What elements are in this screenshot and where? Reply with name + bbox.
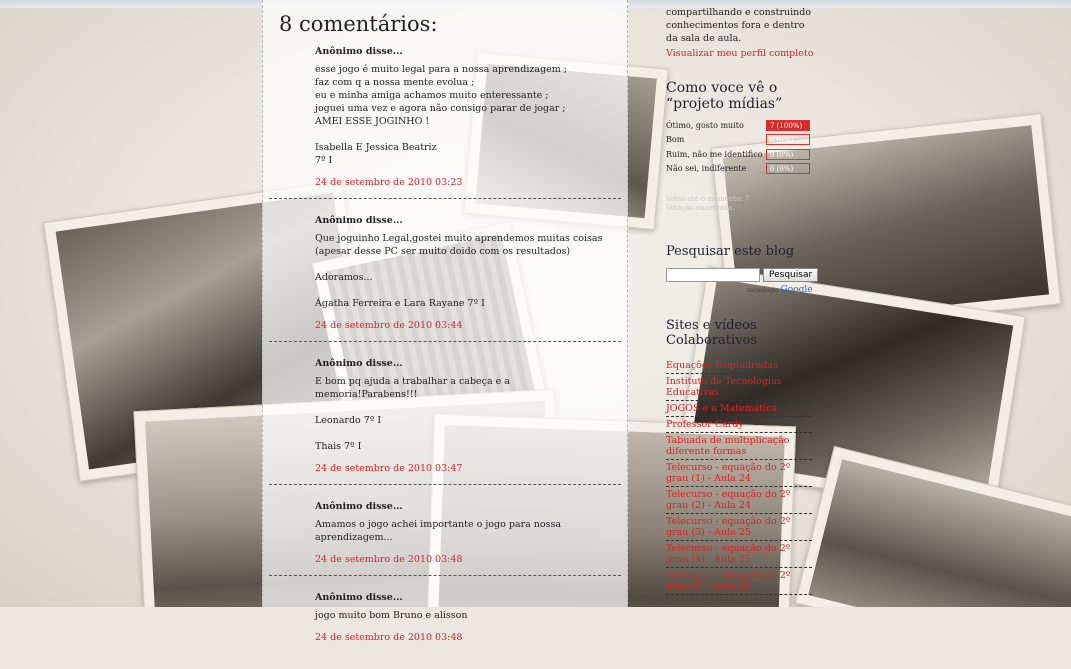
search-form: Pesquisar (666, 268, 819, 282)
comments-heading: 8 comentários: (279, 12, 438, 36)
background-photo (794, 445, 1071, 607)
site-link[interactable]: JOGOS e a Matemática (666, 401, 812, 417)
poll-option: Ótimo, gosto muito 7 (100%) (666, 118, 816, 133)
comments-list: Anônimo disse... esse jogo é muito legal… (263, 46, 627, 669)
sites-title: Sites e vídeos Colaborativos (666, 318, 758, 348)
comment-date-link[interactable]: 24 de setembro de 2010 03:23 (315, 177, 609, 188)
comment: Anônimo disse... jogo muito bom Bruno e … (269, 592, 621, 653)
poll-closed-note: Votação encerrada (666, 204, 733, 212)
site-link[interactable]: Telecurso - equação do 2º grau (5) - Aul… (666, 568, 812, 595)
comment-author: Anônimo disse... (315, 215, 403, 226)
comment-author: Anônimo disse... (315, 592, 403, 603)
poll-option: Ruim, não me identifico 0 (0%) (666, 147, 816, 162)
poll-result-bar: 0 (0%) (766, 148, 810, 160)
comment-date-link[interactable]: 24 de setembro de 2010 03:47 (315, 463, 609, 474)
comment: Anônimo disse... Que joguinho Legal,gost… (269, 215, 621, 342)
poll-notes: Votos até o momento: 7 Votação encerrada (666, 195, 749, 213)
profile-description: compartilhando e construindo conheciment… (666, 7, 812, 44)
sites-link-list: Equações Esquadradas Instituto de Tecnol… (666, 358, 812, 595)
comment-author: Anônimo disse... (315, 501, 403, 512)
site-link[interactable]: Telecurso - equação do 2º grau (2) - Aul… (666, 487, 812, 514)
site-link[interactable]: Tabuada de multiplicação diferente forma… (666, 433, 812, 460)
search-title: Pesquisar este blog (666, 244, 795, 259)
comment-date-link[interactable]: 24 de setembro de 2010 03:48 (315, 554, 609, 565)
comment-body: esse jogo é muito legal para a nossa apr… (315, 64, 568, 166)
poll-result-bar: 0 (0%) (766, 163, 810, 175)
view-profile-link[interactable]: Visualizar meu perfil completo (666, 48, 813, 59)
site-link[interactable]: Telecurso - equação do 2º grau (4) - Aul… (666, 541, 812, 568)
poll-option-label: Não sei, indiferente (666, 164, 747, 174)
poll-option-label: Ruim, não me identifico (666, 149, 763, 159)
comment-date-link[interactable]: 24 de setembro de 2010 03:48 (315, 632, 609, 643)
comment-author: Anônimo disse... (315, 46, 403, 57)
comment: Anônimo disse... Amamos o jogo achei imp… (269, 501, 621, 576)
comment: Anônimo disse... E bom pq ajuda a trabal… (269, 358, 621, 485)
poll-option: Não sei, indiferente 0 (0%) (666, 162, 816, 177)
comment-body: Que joguinho Legal,gostei muito aprendem… (315, 233, 603, 309)
comment-author: Anônimo disse... (315, 358, 403, 369)
poll-option-label: Ótimo, gosto muito (666, 120, 744, 130)
search-input[interactable] (666, 268, 760, 282)
main-column: 8 comentários: Anônimo disse... esse jog… (262, 0, 628, 643)
powered-by-text: tecnologia (747, 287, 779, 294)
sidebar: compartilhando e construindo conheciment… (660, 0, 820, 607)
poll-option-label: Bom (666, 135, 685, 145)
poll-result-bar: 0 (0%) (766, 134, 810, 146)
poll-results: Ótimo, gosto muito 7 (100%) Bom 0 (0%) R… (666, 118, 816, 176)
comment-body: Amamos o jogo achei importante o jogo pa… (315, 519, 562, 543)
site-link[interactable]: Instituto de Tecnologias Educativas (666, 374, 812, 401)
comment-body: jogo muito bom Bruno e alisson (315, 610, 468, 621)
comment-body: E bom pq ajuda a trabalhar a cabeça e a … (315, 376, 510, 452)
site-link[interactable]: Telecurso - equação do 2º grau (3) - Aul… (666, 514, 812, 541)
site-link[interactable]: Telecurso - equação do 2º grau (1) - Aul… (666, 460, 812, 487)
poll-title: Como voce vê o “projeto mídias” (666, 80, 783, 112)
google-logo: Google (780, 285, 813, 295)
poll-result-bar: 7 (100%) (766, 119, 810, 131)
comment-date-link[interactable]: 24 de setembro de 2010 03:44 (315, 320, 609, 331)
search-button[interactable]: Pesquisar (763, 268, 819, 282)
poll-votes-note: Votos até o momento: 7 (666, 195, 750, 203)
site-link[interactable]: Equações Esquadradas (666, 358, 812, 374)
site-link[interactable]: Professor Cardy (666, 417, 812, 433)
poll-option: Bom 0 (0%) (666, 133, 816, 148)
comment: Anônimo disse... esse jogo é muito legal… (269, 46, 621, 199)
powered-by-google: tecnologia Google (747, 285, 813, 295)
